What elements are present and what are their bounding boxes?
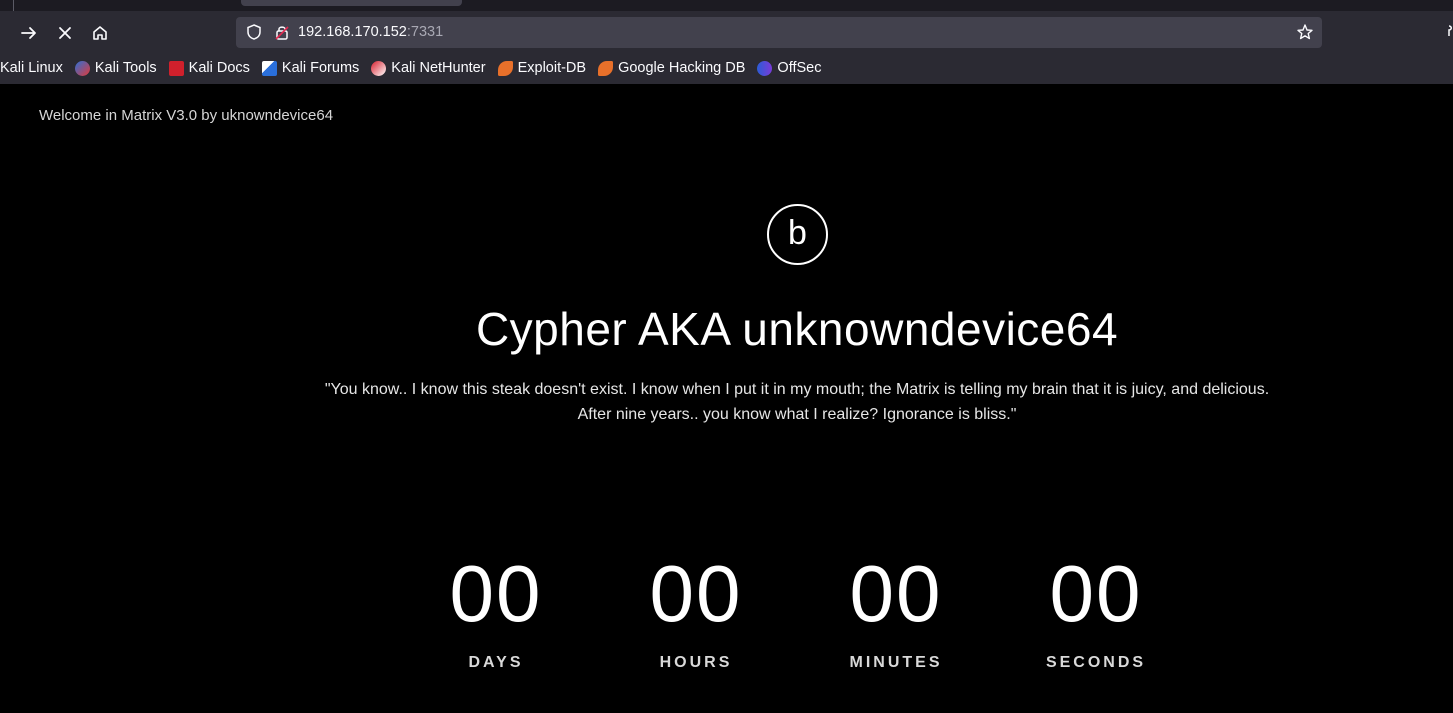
bookmark-kali-nethunter[interactable]: Kali NetHunter bbox=[371, 60, 486, 76]
bookmark-offsec[interactable]: OffSec bbox=[757, 60, 821, 76]
countdown-value: 00 bbox=[1049, 549, 1143, 638]
home-icon bbox=[93, 26, 107, 40]
bookmark-label: OffSec bbox=[777, 60, 822, 76]
bookmark-kali-linux[interactable]: Kali Linux bbox=[0, 60, 63, 76]
quote-line: "You know.. I know this steak doesn't ex… bbox=[324, 381, 1270, 398]
kali-forums-icon bbox=[261, 60, 277, 76]
quote-line: After nine years.. you know what I reali… bbox=[577, 406, 1017, 423]
bookmark-label: Kali Docs bbox=[188, 60, 250, 76]
tab-divider bbox=[13, 0, 14, 11]
url-host: 192.168.170.152 bbox=[298, 24, 407, 40]
logo: b bbox=[767, 204, 828, 265]
logo-letter: b bbox=[788, 213, 807, 252]
bookmark-star-icon[interactable] bbox=[1296, 23, 1314, 41]
bookmark-label: Kali Forums bbox=[281, 60, 360, 76]
countdown-days: 00 DAYS bbox=[406, 554, 586, 672]
countdown-value: 00 bbox=[849, 549, 943, 638]
url-text[interactable]: 192.168.170.152:7331 bbox=[298, 24, 443, 40]
forward-button[interactable] bbox=[15, 19, 43, 47]
countdown-label: MINUTES bbox=[849, 654, 943, 671]
bookmark-exploit-db[interactable]: Exploit-DB bbox=[497, 60, 587, 76]
kali-docs-icon bbox=[168, 60, 184, 76]
bookmarks-toolbar: Kali Linux Kali Tools Kali Docs Kali For… bbox=[0, 56, 833, 80]
extensions-icon[interactable] bbox=[1446, 22, 1453, 42]
countdown-label: HOURS bbox=[659, 654, 733, 671]
close-icon bbox=[59, 27, 71, 39]
insecure-lock-icon[interactable] bbox=[273, 23, 291, 41]
active-tab[interactable] bbox=[241, 0, 462, 6]
bookmark-kali-forums[interactable]: Kali Forums bbox=[261, 60, 360, 76]
home-button[interactable] bbox=[86, 19, 114, 47]
offsec-icon bbox=[757, 60, 773, 76]
exploit-db-icon bbox=[497, 60, 513, 76]
tab-strip bbox=[0, 0, 1453, 11]
bookmark-label: Exploit-DB bbox=[517, 60, 587, 76]
countdown-seconds: 00 SECONDS bbox=[1006, 554, 1186, 672]
countdown-value: 00 bbox=[649, 549, 743, 638]
welcome-text: Welcome in Matrix V3.0 by uknowndevice64 bbox=[39, 107, 334, 124]
quote: "You know.. I know this steak doesn't ex… bbox=[0, 377, 1453, 427]
kali-nethunter-icon bbox=[371, 60, 387, 76]
countdown-label: SECONDS bbox=[1045, 654, 1147, 671]
shield-icon[interactable] bbox=[245, 23, 263, 41]
countdown-label: DAYS bbox=[468, 654, 524, 671]
page-title: Cypher AKA unknowndevice64 bbox=[475, 303, 1119, 355]
countdown-hours: 00 HOURS bbox=[606, 554, 786, 672]
stop-button[interactable] bbox=[51, 19, 79, 47]
url-bar[interactable]: 192.168.170.152:7331 bbox=[236, 17, 1322, 48]
bookmark-kali-docs[interactable]: Kali Docs bbox=[168, 60, 250, 76]
countdown-value: 00 bbox=[449, 549, 543, 638]
bookmark-google-hacking-db[interactable]: Google Hacking DB bbox=[598, 60, 745, 76]
browser-chrome: 192.168.170.152:7331 Kali Linux Kali Too… bbox=[0, 0, 1453, 84]
page-content: Welcome in Matrix V3.0 by uknowndevice64… bbox=[0, 84, 1453, 713]
bookmark-kali-tools[interactable]: Kali Tools bbox=[74, 60, 157, 76]
bookmark-label: Kali Tools bbox=[94, 60, 157, 76]
kali-tools-icon bbox=[74, 60, 90, 76]
ghdb-icon bbox=[598, 60, 614, 76]
bookmark-label: Google Hacking DB bbox=[618, 60, 746, 76]
countdown-minutes: 00 MINUTES bbox=[806, 554, 986, 672]
bookmark-label: Kali Linux bbox=[0, 60, 63, 76]
arrow-right-icon bbox=[21, 27, 36, 39]
bookmark-label: Kali NetHunter bbox=[391, 60, 486, 76]
url-port: :7331 bbox=[406, 24, 444, 40]
